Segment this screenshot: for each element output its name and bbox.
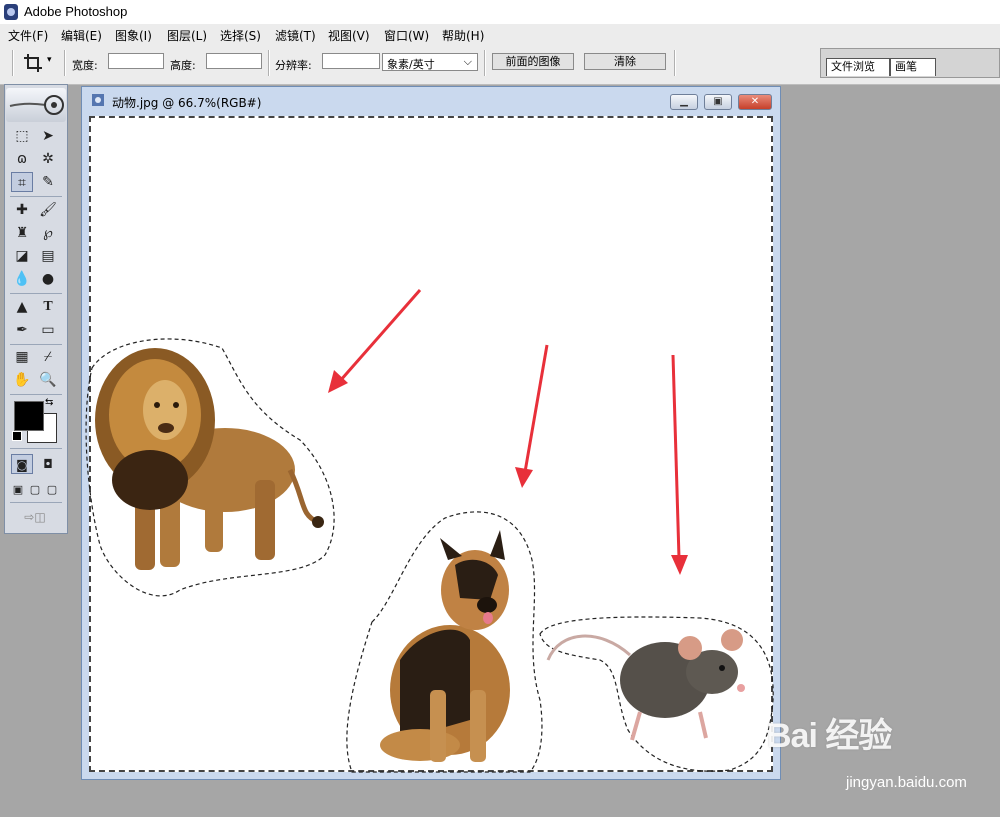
german-shepherd-image xyxy=(380,530,510,762)
rat-image xyxy=(546,629,745,741)
annotation-arrow-dog xyxy=(515,344,549,488)
annotation-arrow-lion xyxy=(328,289,422,393)
baidu-jingyan-watermark-url: jingyan.baidu.com xyxy=(846,774,967,791)
annotation-arrow-rat xyxy=(671,354,688,575)
baidu-jingyan-watermark-logo: Bai 经验 xyxy=(767,717,892,755)
canvas-artwork xyxy=(85,289,774,773)
lion-image xyxy=(95,348,324,570)
